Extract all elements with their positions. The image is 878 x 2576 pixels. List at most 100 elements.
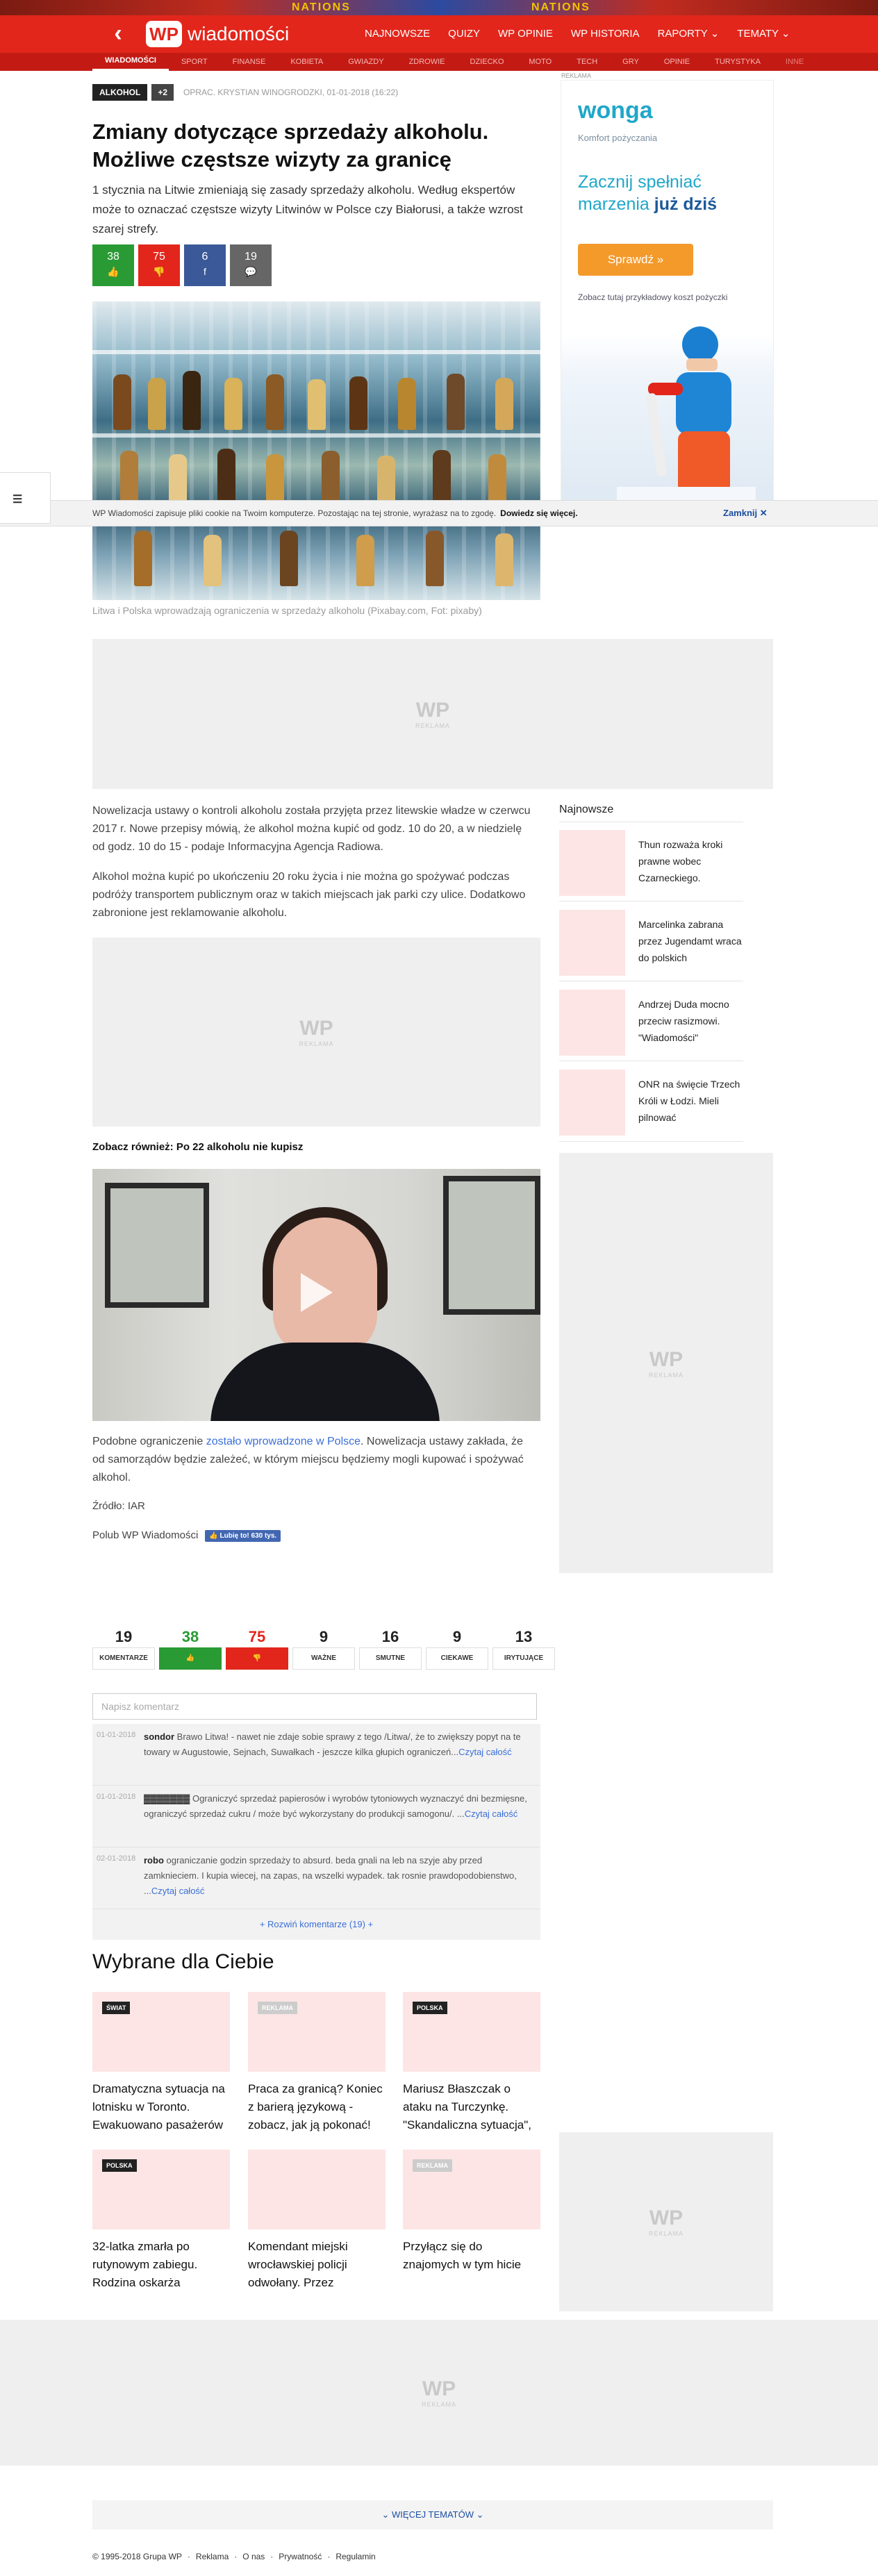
latest-news-item[interactable]: ONR na święcie Trzech Króli w Łodzi. Mie… — [559, 1066, 743, 1136]
article-source: Źródło: IAR — [92, 1500, 145, 1512]
latest-news-item[interactable]: Marcelinka zabrana przez Jugendamt wraca… — [559, 906, 743, 976]
bottle — [488, 454, 506, 506]
subnav-item-gwiazdy[interactable]: GWIAZDY — [336, 53, 396, 71]
bottle — [113, 374, 131, 430]
bottle — [204, 535, 222, 586]
see-also-heading[interactable]: Zobacz również: Po 22 alkoholu nie kupis… — [92, 1141, 303, 1153]
comments-button[interactable]: 19 💬 — [230, 244, 272, 286]
wonga-cta-button[interactable]: Sprawdź » — [578, 244, 693, 276]
top-banner-ad[interactable]: NATIONS NATIONS — [0, 0, 878, 15]
stat-ciekawe[interactable]: 9 CIEKAWE — [426, 1627, 488, 1670]
subnav-item-kobieta[interactable]: KOBIETA — [278, 53, 336, 71]
ad-placeholder[interactable]: WP REKLAMA — [92, 938, 540, 1127]
stat-downvotes[interactable]: 75 👎 — [226, 1627, 288, 1670]
comment-author[interactable]: robo — [144, 1855, 164, 1865]
site-logo-name: wiadomości — [188, 23, 290, 44]
subnav-item-sport[interactable]: SPORT — [169, 53, 220, 71]
upvote-button[interactable]: 38 👍 — [92, 244, 134, 286]
comment-author[interactable]: ▓▓▓▓▓▓▓ — [144, 1793, 190, 1804]
bottle — [266, 374, 284, 430]
ad-placeholder[interactable]: WP REKLAMA — [559, 1153, 773, 1573]
read-more-link[interactable]: Czytaj całość — [151, 1886, 205, 1896]
wonga-ad[interactable]: wonga Komfort pożyczania Zacznij spełnia… — [561, 80, 774, 505]
subnav-item-turystyka[interactable]: TURYSTYKA — [702, 53, 773, 71]
stat-smutne[interactable]: 16 SMUTNE — [359, 1627, 422, 1670]
stat-comments[interactable]: 19 KOMENTARZE — [92, 1627, 155, 1670]
wonga-subtitle: Komfort pożyczania — [578, 133, 658, 143]
more-topics-button[interactable]: ⌄ WIĘCEJ TEMATÓW ⌄ — [92, 2500, 773, 2529]
ad-placeholder[interactable]: WP REKLAMA — [0, 2320, 878, 2466]
recommended-thumbnail: REKLAMA — [403, 2150, 540, 2229]
subnav-item-opinie[interactable]: OPINIE — [652, 53, 702, 71]
latest-news-item-title: Marcelinka zabrana przez Jugendamt wraca… — [638, 919, 742, 963]
recommended-card[interactable]: POLSKA Mariusz Błaszczak o ataku na Turc… — [403, 1992, 540, 2134]
recommended-card[interactable]: Komendant miejski wrocławskiej policji o… — [248, 2150, 386, 2292]
expand-comments-button[interactable]: + Rozwiń komentarze (19) + — [92, 1909, 540, 1940]
wonga-logo: wonga — [578, 97, 653, 124]
recommended-card-title: Dramatyczna sytuacja na lotnisku w Toron… — [92, 2082, 225, 2132]
recommended-card[interactable]: ŚWIAT Dramatyczna sytuacja na lotnisku w… — [92, 1992, 230, 2134]
comment-date: 02-01-2018 — [97, 1854, 136, 1863]
downvote-button[interactable]: 75 👎 — [138, 244, 180, 286]
latest-news-item[interactable]: Andrzej Duda mocno przeciw rasizmowi. "W… — [559, 986, 743, 1056]
nav-item-wp-opinie[interactable]: WP OPINIE — [489, 15, 562, 53]
cookie-more-link[interactable]: Dowiedz się więcej. — [500, 508, 577, 518]
shelf — [92, 433, 540, 438]
footer-link-reklama[interactable]: Reklama — [196, 2552, 229, 2561]
ad-placeholder[interactable]: WP REKLAMA — [92, 639, 773, 789]
subnav-item-moto[interactable]: MOTO — [516, 53, 564, 71]
facebook-share-button[interactable]: 6f — [184, 244, 226, 286]
recommended-card[interactable]: REKLAMA Praca za granicą? Koniec z barie… — [248, 1992, 386, 2134]
recommended-card[interactable]: REKLAMA Przyłącz się do znajomych w tym … — [403, 2150, 540, 2274]
site-logo[interactable]: WP wiadomości — [146, 21, 289, 47]
play-icon[interactable] — [301, 1273, 333, 1312]
comment-input[interactable]: Napisz komentarz — [92, 1693, 537, 1720]
recommended-card[interactable]: POLSKA 32-latka zmarła po rutynowym zabi… — [92, 2150, 230, 2292]
subnav-item-wiadomosci[interactable]: WIADOMOŚCI — [92, 53, 169, 71]
stat-irytujace[interactable]: 13 IRYTUJĄCE — [492, 1627, 555, 1670]
nav-item-wp-historia[interactable]: WP HISTORIA — [562, 15, 649, 53]
inline-article-link[interactable]: zostało wprowadzone w Polsce — [206, 1436, 361, 1447]
subnav-item-zdrowie[interactable]: ZDROWIE — [397, 53, 458, 71]
footer-copyright: © 1995-2018 Grupa WP — [92, 2552, 182, 2561]
back-arrow-icon[interactable]: ‹ — [106, 21, 131, 46]
latest-news-item[interactable]: Thun rozważa kroki prawne wobec Czarneck… — [559, 826, 743, 896]
subnav-item-tech[interactable]: TECH — [564, 53, 610, 71]
stat-upvotes[interactable]: 38 👍 — [159, 1627, 222, 1670]
ad-watermark: WP REKLAMA — [415, 699, 450, 729]
subnav-item-inne[interactable]: INNE — [773, 53, 816, 71]
wonga-slogan: Zacznij spełniać marzenia już dziś — [578, 171, 759, 215]
facebook-like-box: Polub WP Wiadomości 👍 Lubię to! 630 tys. — [92, 1529, 281, 1542]
comment-body: ▓▓▓▓▓▓▓ Ograniczyć sprzedaż papierosów i… — [144, 1791, 533, 1822]
wp-watermark-icon: WP — [649, 1347, 684, 1371]
subnav-item-dziecko[interactable]: DZIECKO — [458, 53, 517, 71]
facebook-like-text: Polub WP Wiadomości — [92, 1529, 199, 1541]
ad-placeholder[interactable]: WP REKLAMA — [559, 2132, 773, 2311]
article-tag-more[interactable]: +2 — [151, 84, 174, 101]
nav-item-raporty[interactable]: RAPORTY ⌄ — [649, 15, 729, 53]
cookie-close-button[interactable]: Zamknij ✕ — [723, 508, 768, 519]
side-menu-tab[interactable]: ☰ — [0, 472, 51, 524]
stat-wazne[interactable]: 9 WAŻNE — [292, 1627, 355, 1670]
footer-link-prywatnosc[interactable]: Prywatność — [279, 2552, 322, 2561]
footer-link-regulamin[interactable]: Regulamin — [336, 2552, 375, 2561]
nav-item-tematy[interactable]: TEMATY ⌄ — [728, 15, 799, 53]
read-more-link[interactable]: Czytaj całość — [465, 1809, 518, 1819]
stat-count: 9 — [452, 1628, 462, 1645]
facebook-like-button[interactable]: 👍 Lubię to! 630 tys. — [205, 1529, 281, 1542]
nav-item-najnowsze[interactable]: NAJNOWSZE — [356, 15, 439, 53]
subnav-item-gry[interactable]: GRY — [610, 53, 652, 71]
subnav-item-finanse[interactable]: FINANSE — [220, 53, 279, 71]
footer-link-o-nas[interactable]: O nas — [242, 2552, 265, 2561]
read-more-link[interactable]: Czytaj całość — [458, 1747, 512, 1757]
stat-count: 13 — [515, 1628, 533, 1645]
article-main-image[interactable] — [92, 301, 540, 600]
article-tag[interactable]: ALKOHOL — [92, 84, 148, 101]
comment-body: robo ograniczanie godzin sprzedaży to ab… — [144, 1853, 533, 1899]
video-player[interactable] — [92, 1169, 540, 1421]
nav-item-quizy[interactable]: QUIZY — [439, 15, 489, 53]
ad-watermark-label: REKLAMA — [421, 2401, 457, 2408]
ad-watermark-label: REKLAMA — [648, 1371, 684, 1379]
stat-label: WAŻNE — [292, 1647, 355, 1670]
comment-author[interactable]: sondor — [144, 1731, 174, 1742]
